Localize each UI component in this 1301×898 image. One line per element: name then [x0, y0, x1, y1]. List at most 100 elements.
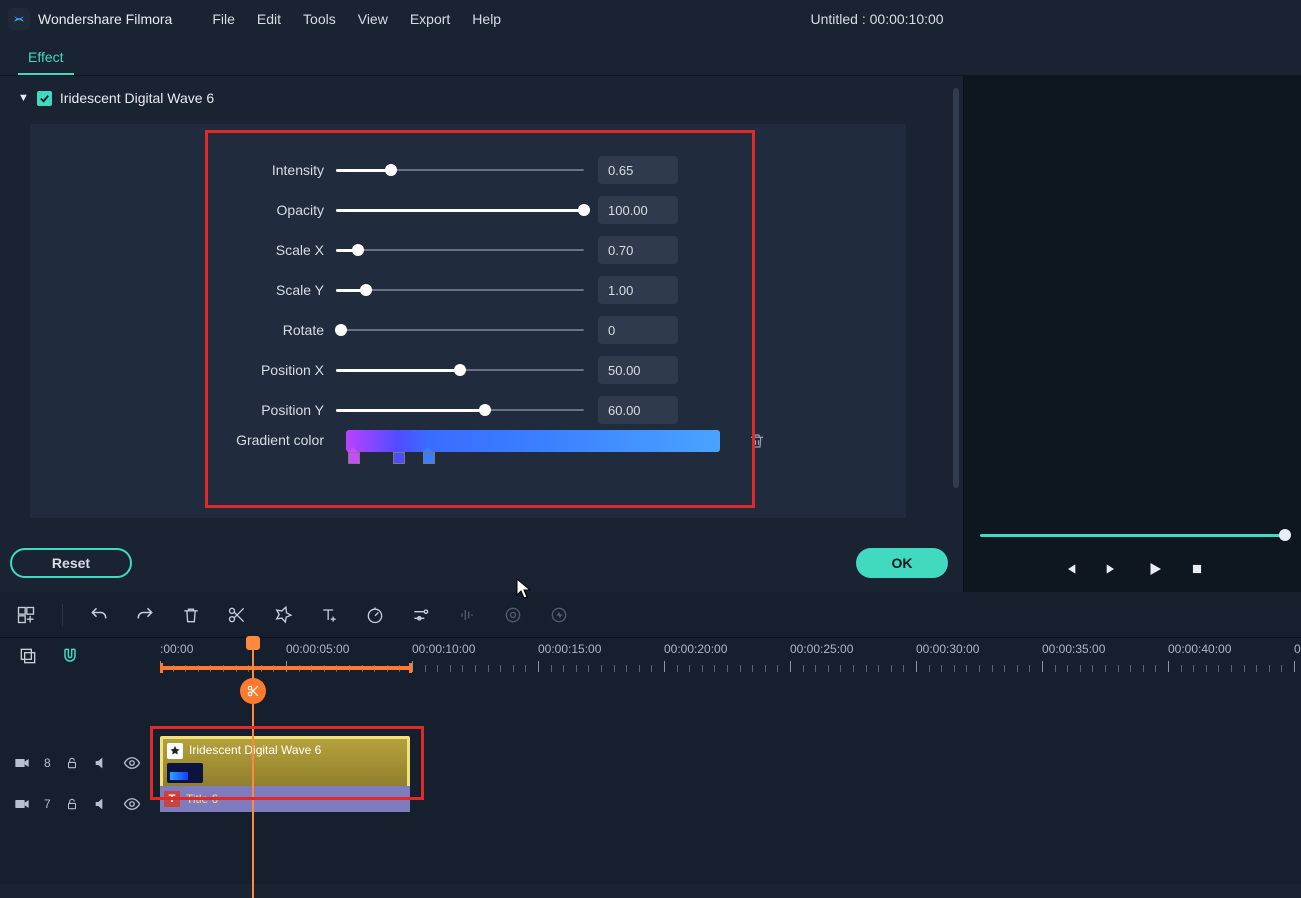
track-title-number: 7 [44, 797, 51, 811]
record-voiceover-icon[interactable] [503, 605, 523, 625]
gradient-stop-2[interactable] [393, 452, 403, 466]
delete-icon[interactable] [181, 605, 201, 625]
param-position-x-label: Position X [30, 362, 336, 378]
param-scale-y-value[interactable]: 1.00 [598, 276, 678, 304]
preview-controls [964, 560, 1301, 578]
param-position-x: Position X 50.00 [30, 350, 906, 390]
track-video-icon[interactable] [14, 757, 30, 769]
param-intensity: Intensity 0.65 [30, 150, 906, 190]
ruler-label: 00:00:05:00 [286, 642, 349, 656]
project-title: Untitled : 00:00:10:00 [811, 11, 944, 27]
menu-help[interactable]: Help [472, 11, 501, 27]
lock-icon[interactable] [65, 756, 79, 770]
menu-file[interactable]: File [212, 11, 235, 27]
timeline-selection-range[interactable] [160, 666, 412, 670]
param-position-y-slider[interactable] [336, 402, 584, 418]
timeline-playhead[interactable] [252, 638, 254, 898]
playhead-scissors-icon[interactable] [240, 678, 266, 704]
track-manager-icon[interactable] [18, 646, 38, 666]
param-opacity: Opacity 100.00 [30, 190, 906, 230]
app-logo: Wondershare Filmora [8, 8, 172, 30]
menu-tools[interactable]: Tools [303, 11, 336, 27]
effect-name: Iridescent Digital Wave 6 [60, 90, 214, 106]
ruler-label: 00:00:4 [1294, 642, 1301, 656]
lock-icon[interactable] [65, 797, 79, 811]
next-frame-icon[interactable] [1104, 561, 1120, 577]
tab-effect[interactable]: Effect [18, 41, 74, 75]
add-media-icon[interactable] [16, 605, 36, 625]
visibility-icon[interactable] [123, 754, 141, 772]
magnet-icon[interactable] [60, 646, 80, 666]
timeline-toolbar [0, 592, 1301, 638]
param-rotate-slider[interactable] [336, 322, 584, 338]
track-video-icon[interactable] [14, 798, 30, 810]
timeline-ruler[interactable]: :00:0000:00:05:0000:00:10:0000:00:15:000… [0, 638, 1301, 674]
param-position-x-value[interactable]: 50.00 [598, 356, 678, 384]
param-position-x-slider[interactable] [336, 362, 584, 378]
param-opacity-slider[interactable] [336, 202, 584, 218]
menu-edit[interactable]: Edit [257, 11, 281, 27]
param-intensity-slider[interactable] [336, 162, 584, 178]
track-effect-number: 8 [44, 756, 51, 770]
clip-effect[interactable]: Iridescent Digital Wave 6 [160, 736, 410, 790]
timeline-tracks: 8 Iridescent Digital Wave 6 7 [0, 674, 1301, 884]
prev-frame-icon[interactable] [1062, 561, 1078, 577]
clip-effect-thumbnail [167, 763, 203, 783]
param-position-y-label: Position Y [30, 402, 336, 418]
param-scale-y-slider[interactable] [336, 282, 584, 298]
app-name: Wondershare Filmora [38, 11, 172, 27]
effect-header[interactable]: ▼ Iridescent Digital Wave 6 [18, 90, 963, 106]
crop-icon[interactable] [273, 605, 293, 625]
workspace: ▼ Iridescent Digital Wave 6 Intensity 0.… [0, 76, 1301, 592]
param-scale-x: Scale X 0.70 [30, 230, 906, 270]
panel-scrollbar[interactable] [953, 88, 959, 488]
param-scale-x-value[interactable]: 0.70 [598, 236, 678, 264]
action-bar: Reset OK [0, 534, 958, 592]
param-scale-x-slider[interactable] [336, 242, 584, 258]
ruler-label: 00:00:40:00 [1168, 642, 1231, 656]
text-icon[interactable] [319, 605, 339, 625]
speed-icon[interactable] [365, 605, 385, 625]
ruler-label: 00:00:25:00 [790, 642, 853, 656]
tabbar: Effect [0, 38, 1301, 76]
disclosure-triangle-icon[interactable]: ▼ [18, 92, 29, 104]
menu-view[interactable]: View [358, 11, 388, 27]
favorite-star-icon[interactable] [167, 743, 183, 759]
mute-icon[interactable] [93, 755, 109, 771]
gradient-stop-3[interactable] [423, 452, 433, 466]
gradient-bar[interactable] [346, 430, 720, 452]
ruler-label: 00:00:10:00 [412, 642, 475, 656]
color-adjust-icon[interactable] [411, 605, 431, 625]
effect-enable-checkbox[interactable] [37, 91, 52, 106]
clip-title[interactable]: T Title 6 [160, 786, 410, 812]
stop-icon[interactable] [1190, 562, 1204, 576]
clip-title-label: Title 6 [186, 792, 218, 806]
track-effect-head: 8 [0, 754, 160, 772]
track-title-head: 7 [0, 795, 160, 813]
param-gradient: Gradient color [30, 430, 906, 482]
param-opacity-value[interactable]: 100.00 [598, 196, 678, 224]
param-opacity-label: Opacity [30, 202, 336, 218]
menu-export[interactable]: Export [410, 11, 450, 27]
preview-panel [963, 76, 1301, 592]
preview-progress[interactable] [980, 534, 1291, 540]
delete-gradient-stop-icon[interactable] [748, 432, 766, 450]
visibility-icon[interactable] [123, 795, 141, 813]
redo-icon[interactable] [135, 605, 155, 625]
mute-icon[interactable] [93, 796, 109, 812]
effect-properties: Intensity 0.65 Opacity 100.00 Scale X [30, 124, 906, 518]
reset-button[interactable]: Reset [10, 548, 132, 578]
ruler-label: 00:00:15:00 [538, 642, 601, 656]
param-rotate-value[interactable]: 0 [598, 316, 678, 344]
play-icon[interactable] [1146, 560, 1164, 578]
timeline: :00:0000:00:05:0000:00:10:0000:00:15:000… [0, 592, 1301, 884]
audio-mixer-icon[interactable] [457, 605, 477, 625]
keyframe-icon[interactable] [549, 605, 569, 625]
param-position-y-value[interactable]: 60.00 [598, 396, 678, 424]
split-icon[interactable] [227, 605, 247, 625]
gradient-stop-1[interactable] [348, 452, 358, 466]
ok-button[interactable]: OK [856, 548, 948, 578]
undo-icon[interactable] [89, 605, 109, 625]
param-rotate: Rotate 0 [30, 310, 906, 350]
param-intensity-value[interactable]: 0.65 [598, 156, 678, 184]
